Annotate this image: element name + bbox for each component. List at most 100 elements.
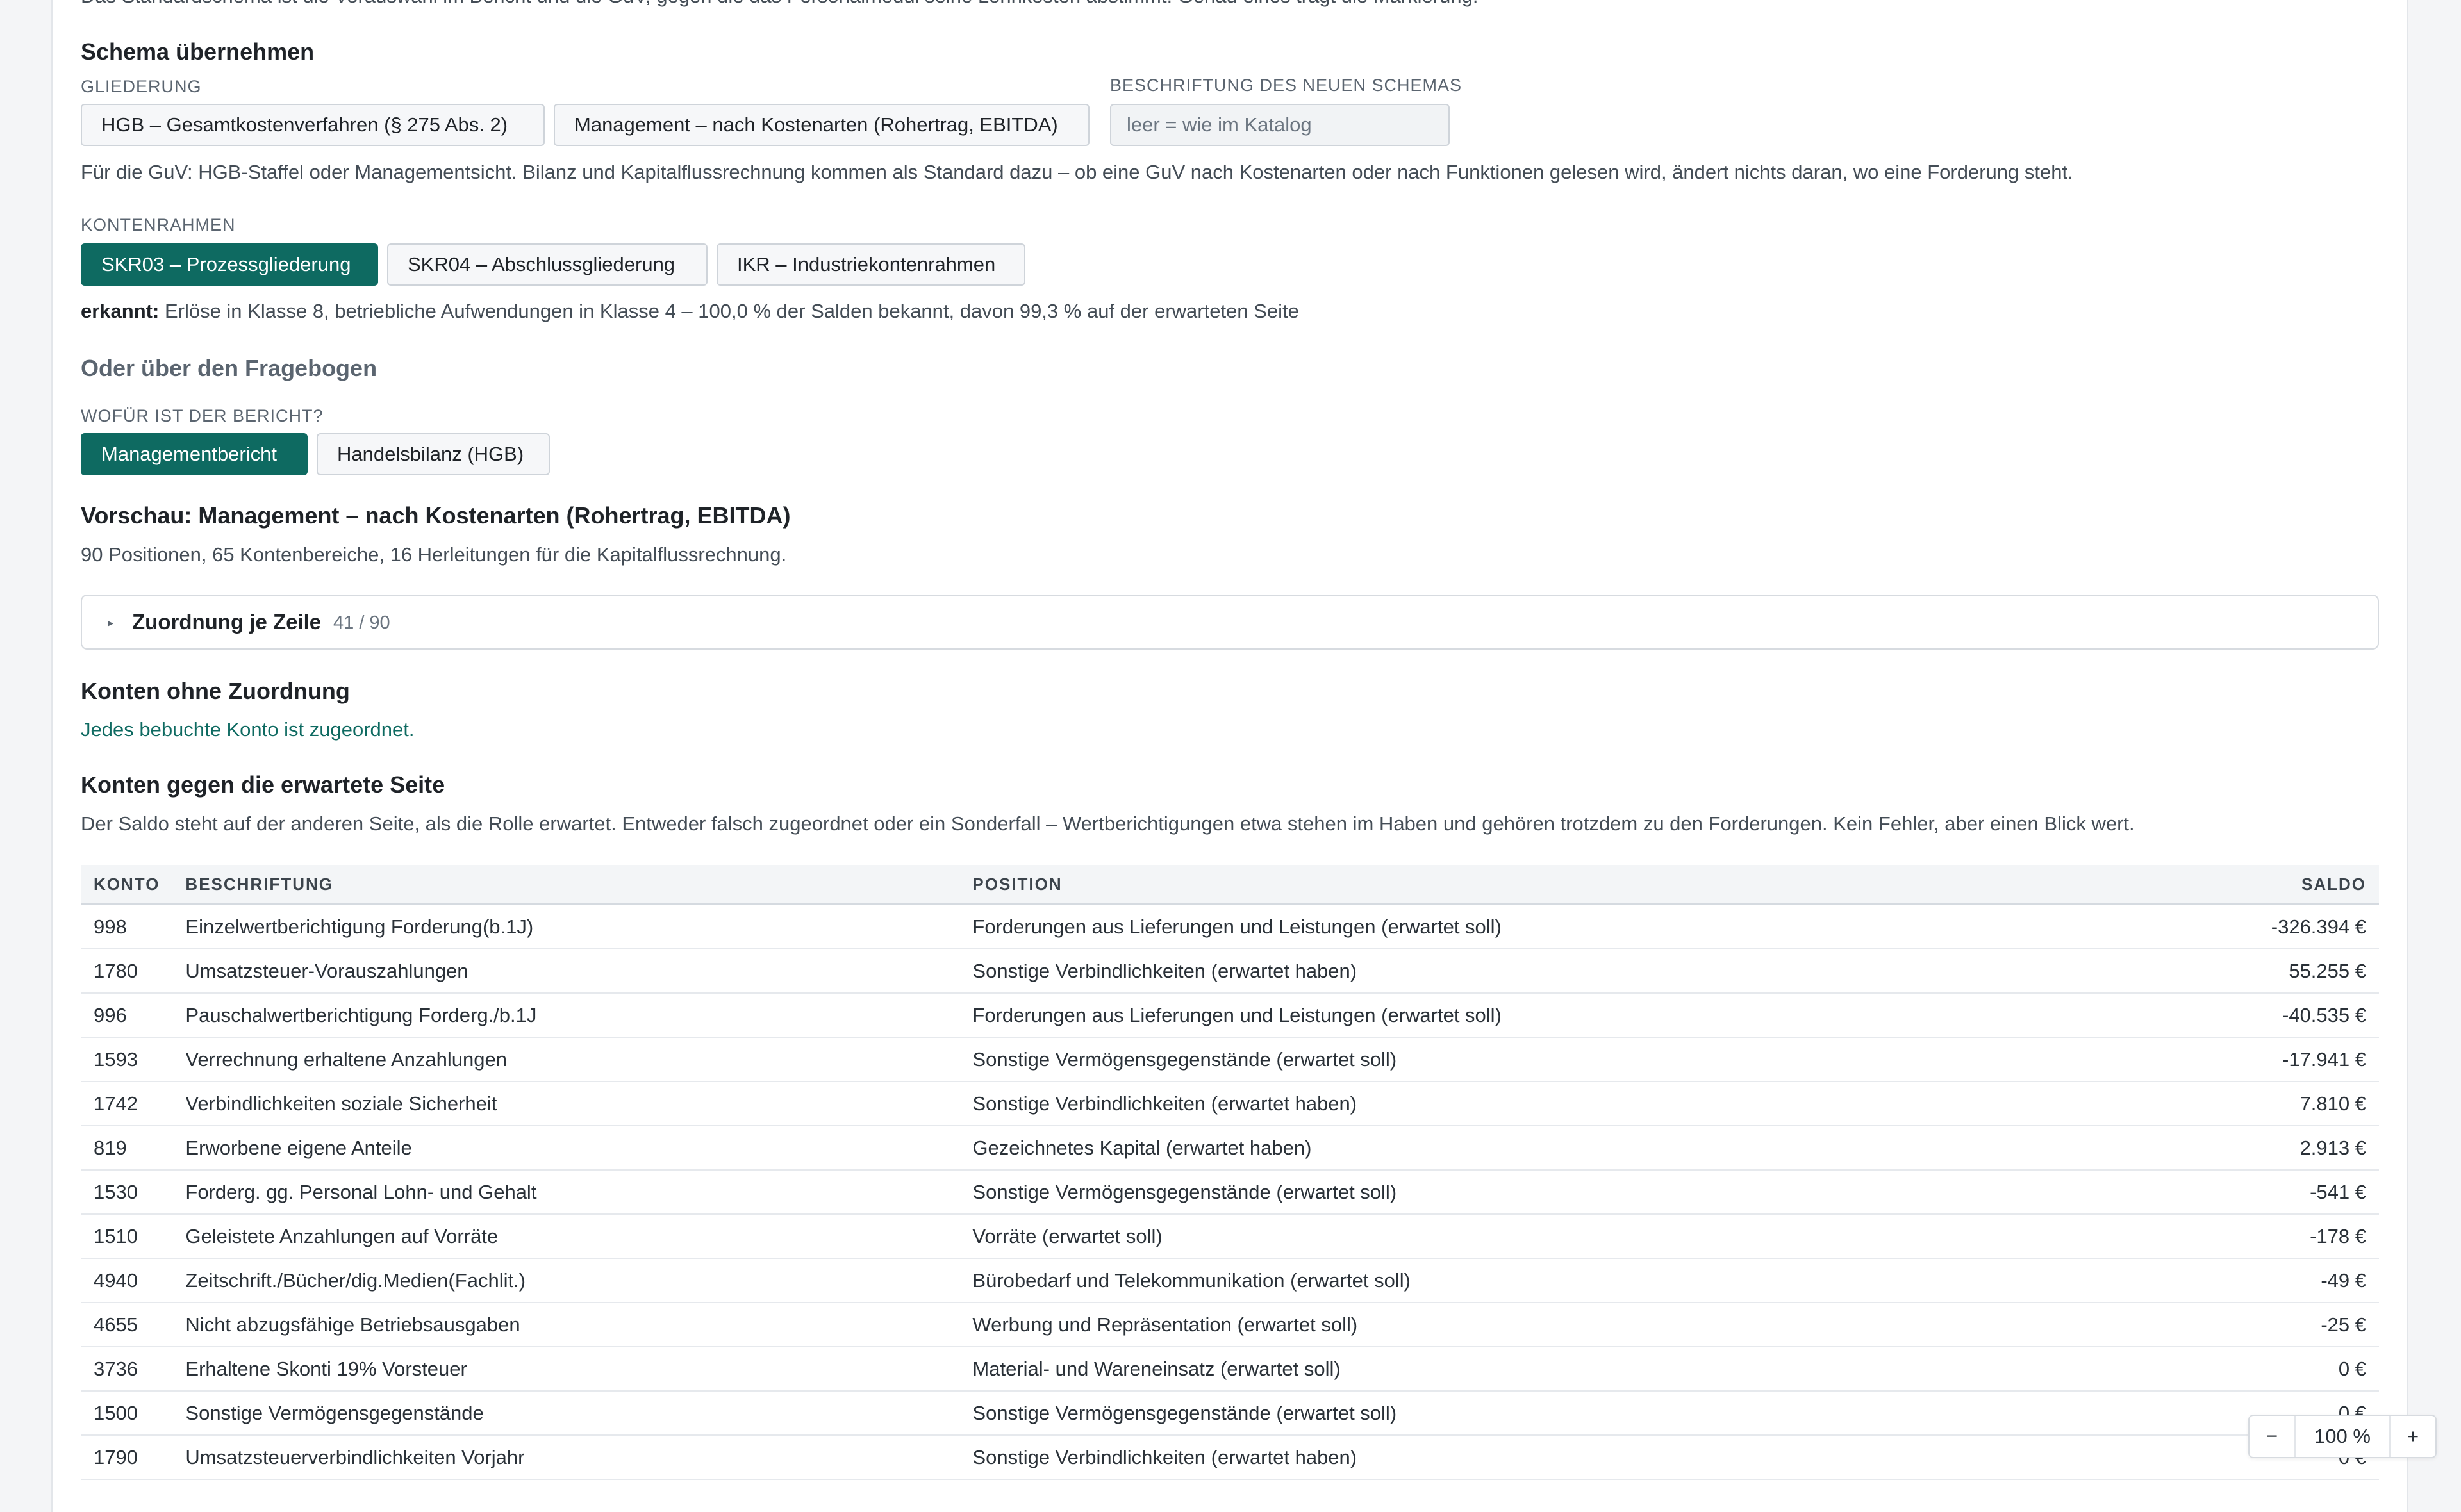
- cell-position: Werbung und Repräsentation (erwartet sol…: [959, 1302, 2139, 1347]
- new-schema-label-input[interactable]: leer = wie im Katalog: [1110, 104, 1450, 146]
- detected-text: Erlöse in Klasse 8, betriebliche Aufwend…: [164, 300, 1299, 322]
- column-header-konto[interactable]: KONTO: [81, 865, 173, 905]
- unassigned-message: Jedes bebuchte Konto ist zugeordnet.: [81, 718, 415, 741]
- kontenrahmen-option-skr03[interactable]: SKR03 – Prozessgliederung: [81, 243, 378, 286]
- cell-saldo: -326.394 €: [2139, 904, 2379, 949]
- unassigned-heading: Konten ohne Zuordnung: [81, 678, 350, 704]
- table-row[interactable]: 4655 Nicht abzugsfähige Betriebsausgaben W…: [81, 1302, 2379, 1347]
- cell-konto: 1593: [81, 1037, 173, 1082]
- report-purpose-caption: WOFÜR IST DER BERICHT?: [81, 406, 324, 425]
- purpose-option-hgb[interactable]: Handelsbilanz (HGB): [317, 433, 550, 475]
- column-header-beschriftung[interactable]: BESCHRIFTUNG: [172, 865, 960, 905]
- cell-position: Sonstige Vermögensgegenstände (erwartet …: [959, 1391, 2139, 1436]
- kontenrahmen-caption: KONTENRAHMEN: [81, 215, 236, 234]
- cell-saldo: -178 €: [2139, 1214, 2379, 1259]
- cell-beschriftung: Sonstige Vermögensgegenstände: [172, 1391, 960, 1436]
- cell-konto: 1742: [81, 1081, 173, 1126]
- table-row[interactable]: 1510 Geleistete Anzahlungen auf Vorräte Vo…: [81, 1214, 2379, 1259]
- detected-label: erkannt:: [81, 300, 160, 322]
- cell-konto: 996: [81, 993, 173, 1038]
- cell-beschriftung: Verbindlichkeiten soziale Sicherheit: [172, 1081, 960, 1126]
- new-schema-label-caption: BESCHRIFTUNG DES NEUEN SCHEMAS: [1110, 76, 1463, 95]
- cell-konto: 819: [81, 1126, 173, 1171]
- column-header-position[interactable]: POSITION: [959, 865, 2139, 905]
- cell-beschriftung: Verrechnung erhaltene Anzahlungen: [172, 1037, 960, 1082]
- cell-konto: 1790: [81, 1435, 173, 1480]
- cell-position: Sonstige Verbindlichkeiten (erwartet hab…: [959, 1081, 2139, 1126]
- cell-saldo: 0 €: [2139, 1347, 2379, 1392]
- cell-beschriftung: Pauschalwertberichtigung Forderg./b.1J: [172, 993, 960, 1038]
- table-row[interactable]: 1593 Verrechnung erhaltene Anzahlungen Son…: [81, 1037, 2379, 1082]
- cell-beschriftung: Geleistete Anzahlungen auf Vorräte: [172, 1214, 960, 1259]
- gliederung-option-hgb[interactable]: HGB – Gesamtkostenverfahren (§ 275 Abs. …: [81, 104, 545, 146]
- wrong-side-heading: Konten gegen die erwartete Seite: [81, 771, 445, 798]
- table-row[interactable]: 1780 Umsatzsteuer-Vorauszahlungen Sonstige…: [81, 949, 2379, 994]
- zoom-level: 100 %: [2294, 1416, 2391, 1457]
- table-row[interactable]: 3736 Erhaltene Skonti 19% Vorsteuer Materi…: [81, 1347, 2379, 1392]
- intro-text: Das Standardschema ist die Vorauswahl im…: [81, 0, 1478, 8]
- cell-konto: 998: [81, 904, 173, 949]
- cell-beschriftung: Forderg. gg. Personal Lohn- und Gehalt: [172, 1170, 960, 1215]
- gliederung-caption: GLIEDERUNG: [81, 77, 202, 96]
- cell-konto: 1780: [81, 949, 173, 994]
- table-row[interactable]: 819 Erworbene eigene Anteile Gezeichnetes …: [81, 1126, 2379, 1171]
- cell-konto: 4940: [81, 1258, 173, 1303]
- cell-position: Forderungen aus Lieferungen und Leistung…: [959, 993, 2139, 1038]
- cell-beschriftung: Erhaltene Skonti 19% Vorsteuer: [172, 1347, 960, 1392]
- table-row[interactable]: 1530 Forderg. gg. Personal Lohn- und Geha…: [81, 1170, 2379, 1215]
- table-row[interactable]: 4940 Zeitschrift./Bücher/dig.Medien(Fachl…: [81, 1258, 2379, 1303]
- wrong-side-description: Der Saldo steht auf der anderen Seite, a…: [81, 812, 2135, 835]
- cell-beschriftung: Umsatzsteuerverbindlichkeiten Vorjahr: [172, 1435, 960, 1480]
- cell-position: Sonstige Vermögensgegenstände (erwartet …: [959, 1170, 2139, 1215]
- cell-beschriftung: Nicht abzugsfähige Betriebsausgaben: [172, 1302, 960, 1347]
- cell-saldo: 7.810 €: [2139, 1081, 2379, 1126]
- column-header-saldo[interactable]: SALDO: [2139, 865, 2379, 905]
- cell-konto: 1500: [81, 1391, 173, 1436]
- cell-beschriftung: Einzelwertberichtigung Forderung(b.1J): [172, 904, 960, 949]
- row-mapping-title: Zuordnung je Zeile: [132, 610, 322, 634]
- cell-saldo: 55.255 €: [2139, 949, 2379, 994]
- detected-line: erkannt: Erlöse in Klasse 8, betrieblich…: [81, 300, 1299, 323]
- cell-saldo: -49 €: [2139, 1258, 2379, 1303]
- cell-position: Vorräte (erwartet soll): [959, 1214, 2139, 1259]
- cell-konto: 1530: [81, 1170, 173, 1215]
- cell-position: Sonstige Verbindlichkeiten (erwartet hab…: [959, 949, 2139, 994]
- cell-konto: 4655: [81, 1302, 173, 1347]
- cell-saldo: -25 €: [2139, 1302, 2379, 1347]
- cell-saldo: -17.941 €: [2139, 1037, 2379, 1082]
- table-row[interactable]: 1500 Sonstige Vermögensgegenstände Sonstig…: [81, 1391, 2379, 1436]
- guv-hint: Für die GuV: HGB-Staffel oder Management…: [81, 161, 2073, 183]
- cell-saldo: 2.913 €: [2139, 1126, 2379, 1171]
- zoom-in-button[interactable]: +: [2391, 1416, 2435, 1457]
- cell-position: Sonstige Vermögensgegenstände (erwartet …: [959, 1037, 2139, 1082]
- table-row[interactable]: 1790 Umsatzsteuerverbindlichkeiten Vorjah…: [81, 1435, 2379, 1480]
- cell-position: Forderungen aus Lieferungen und Leistung…: [959, 904, 2139, 949]
- cell-beschriftung: Erworbene eigene Anteile: [172, 1126, 960, 1171]
- purpose-option-management[interactable]: Managementbericht: [81, 433, 308, 475]
- zoom-out-button[interactable]: −: [2250, 1416, 2294, 1457]
- cell-beschriftung: Zeitschrift./Bücher/dig.Medien(Fachlit.): [172, 1258, 960, 1303]
- zoom-control: − 100 % +: [2248, 1415, 2437, 1458]
- preview-summary: 90 Positionen, 65 Kontenbereiche, 16 Her…: [81, 543, 787, 566]
- row-mapping-count: 41 / 90: [333, 612, 390, 633]
- table-row[interactable]: 996 Pauschalwertberichtigung Forderg./b.1…: [81, 993, 2379, 1038]
- cell-beschriftung: Umsatzsteuer-Vorauszahlungen: [172, 949, 960, 994]
- wrong-side-table: KONTO BESCHRIFTUNG POSITION SALDO 998 Ein…: [81, 865, 2379, 1480]
- row-mapping-details[interactable]: ▸ Zuordnung je Zeile 41 / 90: [81, 595, 2379, 650]
- cell-konto: 3736: [81, 1347, 173, 1392]
- cell-saldo: -40.535 €: [2139, 993, 2379, 1038]
- cell-position: Gezeichnetes Kapital (erwartet haben): [959, 1126, 2139, 1171]
- table-row[interactable]: 1742 Verbindlichkeiten soziale Sicherheit…: [81, 1081, 2379, 1126]
- cell-position: Bürobedarf und Telekommunikation (erwart…: [959, 1258, 2139, 1303]
- kontenrahmen-option-skr04[interactable]: SKR04 – Abschlussgliederung: [387, 243, 708, 286]
- disclosure-triangle-icon: ▸: [108, 616, 114, 629]
- fragebogen-heading: Oder über den Fragebogen: [81, 355, 377, 381]
- table-row[interactable]: 998 Einzelwertberichtigung Forderung(b.1J…: [81, 904, 2379, 949]
- table-header-row: KONTO BESCHRIFTUNG POSITION SALDO: [81, 865, 2379, 905]
- kontenrahmen-option-ikr[interactable]: IKR – Industriekontenrahmen: [717, 243, 1025, 286]
- schema-heading: Schema übernehmen: [81, 38, 315, 65]
- gliederung-option-management[interactable]: Management – nach Kostenarten (Rohertrag…: [554, 104, 1090, 146]
- cell-saldo: -541 €: [2139, 1170, 2379, 1215]
- cell-position: Material- und Wareneinsatz (erwartet sol…: [959, 1347, 2139, 1392]
- preview-heading: Vorschau: Management – nach Kostenarten …: [81, 502, 791, 529]
